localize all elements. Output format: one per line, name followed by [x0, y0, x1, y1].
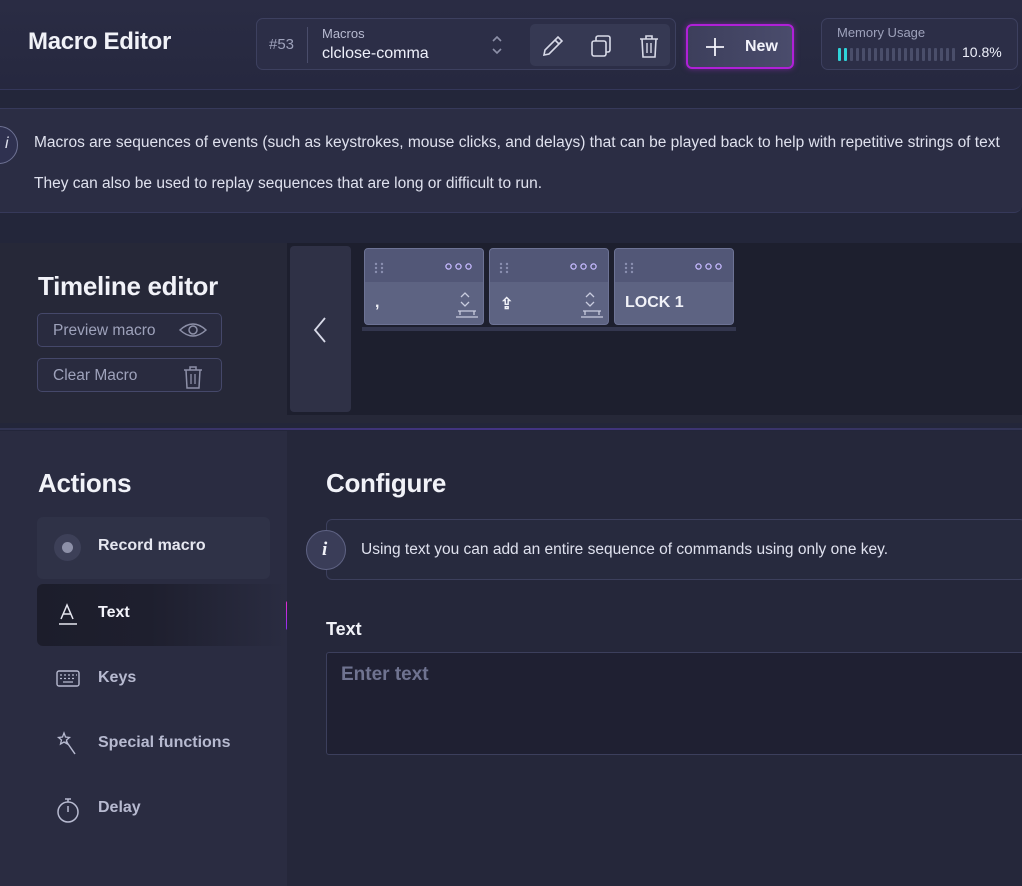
timeline-event-label: LOCK 1	[625, 294, 684, 311]
magic-wand-icon	[56, 731, 76, 755]
memory-meter-segment	[838, 48, 841, 61]
section-divider	[0, 428, 1022, 430]
memory-meter-segment	[928, 48, 931, 61]
timeline-event-label: ,	[375, 294, 380, 311]
trash-icon[interactable]	[636, 33, 662, 59]
action-label: Text	[98, 604, 130, 621]
action-label: Record macro	[98, 537, 206, 554]
more-options-icon[interactable]	[445, 263, 472, 270]
memory-meter-segment	[880, 48, 883, 61]
macro-selector[interactable]: #53 Macros clclose-comma	[256, 18, 676, 70]
more-options-icon[interactable]	[695, 263, 722, 270]
memory-meter-segment	[922, 48, 925, 61]
memory-meter-segment	[874, 48, 877, 61]
memory-meter-segment	[898, 48, 901, 61]
chevron-left-icon	[313, 317, 326, 343]
timeline-track	[362, 327, 736, 331]
memory-meter-segment	[868, 48, 871, 61]
action-text[interactable]: Text	[37, 584, 287, 646]
configure-title: Configure	[326, 468, 447, 498]
memory-meter-segment	[934, 48, 937, 61]
actions-title: Actions	[38, 468, 132, 498]
key-updown-icon[interactable]	[455, 291, 479, 319]
timeline-scroll-back-button[interactable]	[290, 246, 351, 412]
timeline-title: Timeline editor	[38, 271, 218, 301]
timeline-event-card[interactable]: ,	[364, 248, 484, 325]
key-updown-icon[interactable]	[580, 291, 604, 319]
info-text-line2: They can also be used to replay sequence…	[34, 175, 543, 192]
eye-icon	[178, 323, 208, 337]
new-button-label: New	[745, 38, 778, 55]
action-label: Keys	[98, 669, 137, 686]
record-icon	[54, 534, 81, 561]
configure-info-box: i Using text you can add an entire seque…	[306, 519, 1022, 580]
macro-tools	[530, 24, 670, 66]
memory-usage-panel: Memory Usage 10.8%	[821, 18, 1018, 70]
macro-info-banner: i Macros are sequences of events (such a…	[0, 108, 1022, 213]
action-delay[interactable]: Delay	[37, 779, 270, 841]
app-title: Macro Editor	[28, 28, 172, 55]
memory-usage-meter	[838, 48, 955, 61]
action-label: Special functions	[98, 734, 231, 751]
more-options-icon[interactable]	[570, 263, 597, 270]
macro-number: #53	[269, 36, 295, 53]
text-input[interactable]	[326, 652, 1022, 755]
pencil-icon[interactable]	[540, 33, 566, 59]
actions-panel: Actions Record macro Text Keys Special f…	[0, 431, 287, 886]
memory-usage-label: Memory Usage	[837, 25, 926, 40]
memory-meter-segment	[946, 48, 949, 61]
memory-meter-segment	[844, 48, 847, 61]
memory-meter-segment	[952, 48, 955, 61]
duplicate-icon[interactable]	[588, 33, 614, 59]
preview-macro-label: Preview macro	[53, 322, 156, 339]
top-bar: Macro Editor #53 Macros clclose-comma Ne…	[0, 0, 1022, 90]
trash-icon	[184, 366, 202, 389]
text-field-label: Text	[326, 619, 362, 639]
memory-meter-segment	[892, 48, 895, 61]
memory-meter-segment	[940, 48, 943, 61]
configure-panel: Configure i Using text you can add an en…	[287, 431, 1022, 886]
memory-meter-segment	[904, 48, 907, 61]
text-icon	[59, 603, 77, 625]
memory-meter-segment	[856, 48, 859, 61]
stopwatch-icon	[57, 798, 79, 823]
drag-handle-icon[interactable]	[499, 262, 509, 274]
memory-meter-segment	[910, 48, 913, 61]
clear-macro-button[interactable]: Clear Macro	[37, 358, 222, 392]
plus-icon	[706, 38, 724, 56]
info-icon: i	[0, 126, 18, 164]
macro-select-value[interactable]: clclose-comma	[322, 45, 429, 63]
info-text-line1: Macros are sequences of events (such as …	[34, 134, 1000, 151]
timeline-section: Timeline editor Preview macro Clear Macr…	[0, 243, 1022, 423]
macro-select-label: Macros	[322, 26, 365, 41]
memory-usage-value: 10.8%	[962, 44, 1002, 60]
memory-meter-segment	[916, 48, 919, 61]
timeline-event-card[interactable]: ⇪	[489, 248, 609, 325]
configure-info-text: Using text you can add an entire sequenc…	[361, 541, 889, 558]
action-record-macro[interactable]: Record macro	[37, 517, 270, 579]
new-macro-button[interactable]: New	[686, 24, 794, 69]
preview-macro-button[interactable]: Preview macro	[37, 313, 222, 347]
clear-macro-label: Clear Macro	[53, 367, 138, 384]
keyboard-icon	[56, 670, 80, 687]
memory-meter-segment	[850, 48, 853, 61]
timeline-event-label: ⇪	[500, 296, 514, 313]
memory-meter-segment	[862, 48, 865, 61]
drag-handle-icon[interactable]	[624, 262, 634, 274]
chevron-updown-icon[interactable]	[490, 32, 504, 58]
memory-meter-segment	[886, 48, 889, 61]
drag-handle-icon[interactable]	[374, 262, 384, 274]
timeline-event-card[interactable]: LOCK 1	[614, 248, 734, 325]
action-special-functions[interactable]: Special functions	[37, 714, 270, 776]
macro-divider	[307, 27, 308, 63]
action-keys[interactable]: Keys	[37, 649, 270, 711]
info-icon: i	[306, 530, 346, 570]
action-label: Delay	[98, 799, 141, 816]
